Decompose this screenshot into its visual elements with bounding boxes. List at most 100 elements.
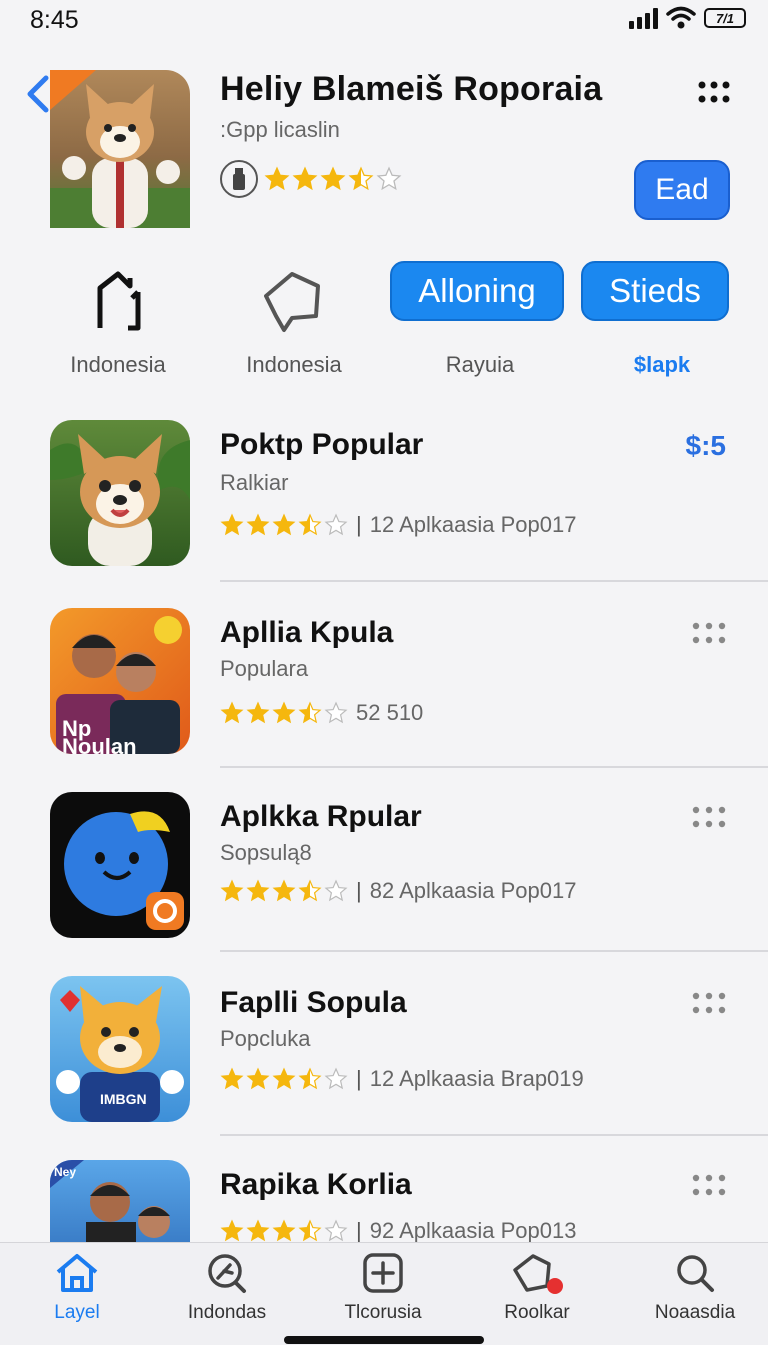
star-icon — [272, 701, 296, 724]
plus-square-icon — [363, 1253, 403, 1293]
app-title: Heliy Blameiš Roporaia — [220, 70, 603, 108]
divider — [220, 766, 768, 768]
status-time: 8:45 — [30, 6, 79, 34]
segment-pill-alloning[interactable]: Alloning — [390, 261, 564, 321]
battery-icon: 7/1 — [704, 8, 746, 28]
tab-roolkar[interactable]: Roolkar — [472, 1252, 602, 1324]
rating-stars-2 — [220, 701, 348, 725]
app-title-1[interactable]: Poktp Popular — [220, 428, 423, 462]
tab-label: Roolkar — [504, 1302, 570, 1323]
app-icon-4[interactable]: IMBGN — [50, 976, 190, 1122]
segment-label-4[interactable]: $lapk — [602, 352, 722, 378]
separator: | — [356, 512, 362, 537]
app-subtitle-3: Sopsulą8 — [220, 840, 312, 865]
star-icon — [320, 166, 346, 191]
home-icon — [56, 1254, 98, 1292]
app-price-1[interactable]: $:5 — [686, 430, 726, 462]
app-rating-row — [220, 160, 402, 198]
star-icon — [272, 1067, 296, 1090]
more-options-icon[interactable] — [698, 80, 730, 104]
star-icon — [324, 701, 348, 724]
more-options-icon[interactable] — [692, 992, 726, 1014]
star-icon — [324, 1067, 348, 1090]
separator: | — [356, 1066, 362, 1091]
separator: | — [356, 1218, 362, 1243]
svg-text:IMBGN: IMBGN — [100, 1091, 147, 1107]
home-indicator — [284, 1336, 484, 1344]
star-icon — [264, 166, 290, 191]
svg-text:Noulan: Noulan — [62, 734, 137, 754]
header-stars — [264, 166, 402, 192]
search-compass-icon — [208, 1254, 246, 1293]
tag-icon[interactable] — [262, 268, 322, 334]
divider — [220, 950, 768, 952]
rating-stars-1 — [220, 513, 348, 537]
app-title-3[interactable]: Aplkka Rpular — [220, 800, 422, 834]
wifi-icon — [666, 6, 696, 29]
app-subtitle-4: Popcluka — [220, 1026, 311, 1051]
segment-label-1[interactable]: Indonesia — [58, 352, 178, 378]
app-subtitle-1: Ralkiar — [220, 470, 289, 495]
app-subtitle-2: Populara — [220, 656, 309, 681]
app-meta-text-5: 92 Aplkaasia Pop013 — [369, 1218, 577, 1243]
rating-stars-5 — [220, 1219, 348, 1243]
status-icons: 7/1 — [629, 6, 746, 30]
app-meta-text-3: 82 Aplkaasia Pop017 — [369, 878, 577, 903]
more-options-icon[interactable] — [692, 806, 726, 828]
star-icon — [220, 879, 244, 902]
star-icon — [298, 1219, 322, 1242]
segment-label-3[interactable]: Rayuia — [420, 352, 540, 378]
house-outline-icon[interactable] — [90, 268, 150, 334]
app-meta-4: | 12 Aplkaasia Brap019 — [220, 1066, 584, 1092]
star-icon — [220, 513, 244, 536]
star-icon — [246, 1219, 270, 1242]
tab-label: Layel — [54, 1302, 100, 1323]
separator: | — [356, 878, 362, 903]
tab-indondas[interactable]: Indondas — [162, 1252, 292, 1324]
app-title-4[interactable]: Faplli Sopula — [220, 986, 407, 1020]
star-icon — [220, 1067, 244, 1090]
app-meta-2: 52 510 — [220, 700, 423, 726]
star-icon — [298, 513, 322, 536]
app-icon-3[interactable] — [50, 792, 190, 938]
app-meta-text-4: 12 Aplkaasia Brap019 — [369, 1066, 584, 1091]
tab-tlcorusia[interactable]: Tlcorusia — [318, 1252, 448, 1324]
star-icon — [324, 1219, 348, 1242]
app-hero-icon — [50, 70, 190, 228]
divider — [220, 580, 768, 582]
app-title-5[interactable]: Rapika Korlia — [220, 1168, 412, 1202]
tab-label: Tlcorusia — [344, 1302, 422, 1323]
divider — [220, 1134, 768, 1136]
star-icon — [272, 1219, 296, 1242]
star-icon — [220, 701, 244, 724]
rating-stars-4 — [220, 1067, 348, 1091]
star-icon — [298, 879, 322, 902]
star-icon — [348, 166, 374, 191]
app-title-2[interactable]: Apllia Kpula — [220, 616, 393, 650]
segment-label-2[interactable]: Indonesia — [234, 352, 354, 378]
more-options-icon[interactable] — [692, 622, 726, 644]
app-meta-3: | 82 Aplkaasia Pop017 — [220, 878, 576, 904]
star-icon — [246, 1067, 270, 1090]
star-icon — [298, 1067, 322, 1090]
star-icon — [324, 513, 348, 536]
signal-icon — [629, 7, 658, 29]
segment-pill-stieds[interactable]: Stieds — [581, 261, 729, 321]
star-icon — [324, 879, 348, 902]
app-icon-2[interactable]: Np Noulan — [50, 608, 190, 754]
get-button[interactable]: Ead — [634, 160, 730, 220]
rating-stars-3 — [220, 879, 348, 903]
star-icon — [246, 701, 270, 724]
search-icon — [677, 1255, 714, 1292]
tab-layel[interactable]: Layel — [12, 1252, 142, 1324]
app-icon-1[interactable] — [50, 420, 190, 566]
app-icon-5[interactable]: Ney — [50, 1160, 190, 1242]
svg-text:Ney: Ney — [54, 1165, 76, 1179]
more-options-icon[interactable] — [692, 1174, 726, 1196]
star-icon — [220, 1219, 244, 1242]
star-icon — [246, 879, 270, 902]
app-meta-1: | 12 Aplkaasia Pop017 — [220, 512, 576, 538]
app-meta-text-2: 52 510 — [356, 700, 424, 725]
notification-badge — [547, 1278, 563, 1294]
tab-noaasdia[interactable]: Noaasdia — [630, 1252, 760, 1324]
